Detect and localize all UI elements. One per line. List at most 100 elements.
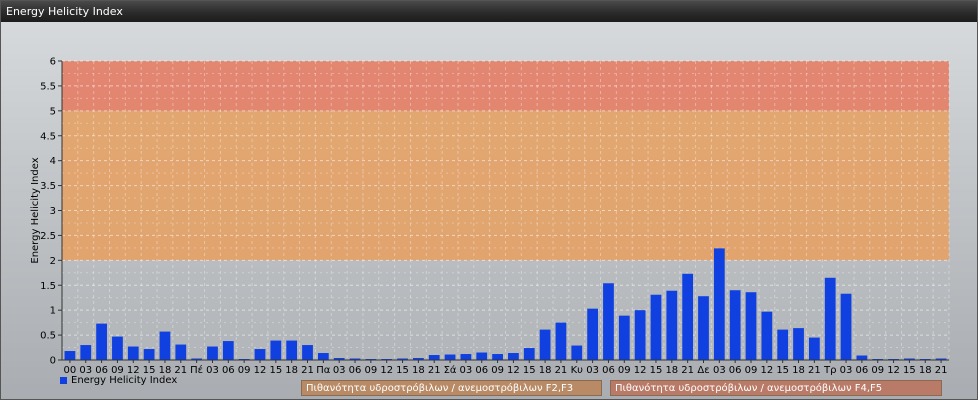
bar (127, 346, 139, 360)
y-tick-label: 5 (50, 106, 56, 117)
y-tick-label: 2.5 (40, 231, 56, 242)
bar (603, 283, 614, 360)
x-tick-label: 03 (713, 365, 726, 376)
x-tick-label: 03 (333, 365, 346, 376)
y-tick-label: 0 (50, 356, 56, 367)
bar (286, 340, 298, 360)
x-tick-label: 18 (412, 365, 425, 376)
x-tick-label: 03 (460, 365, 473, 376)
y-tick-label: 4 (50, 156, 56, 167)
x-tick-label: 18 (285, 365, 298, 376)
bar (270, 340, 282, 360)
bar (207, 346, 218, 360)
x-tick-label: 15 (650, 365, 663, 376)
y-tick-labels: 0 0.5 1 1.5 2 2.5 3 3.5 4 4.5 5 5.5 6 (40, 57, 62, 367)
x-tick-label: 21 (428, 365, 441, 376)
bar (428, 355, 440, 360)
legend[interactable]: Energy Helicity Index (60, 375, 177, 386)
x-tick-label: 09 (871, 365, 884, 376)
x-tick-label: 03 (586, 365, 599, 376)
bar (80, 345, 92, 360)
y-tick-label: 3 (50, 206, 56, 217)
band-label-f2f3: Πιθανότητα υδροστρόβιλων / ανεμοστρόβιλω… (301, 380, 602, 396)
x-tick-label: 12 (760, 365, 773, 376)
bar (777, 329, 789, 360)
x-tick-label: 15 (396, 365, 409, 376)
bar (444, 354, 456, 360)
x-tick-label: 21 (681, 365, 694, 376)
x-tick-label: 12 (254, 365, 267, 376)
bar (143, 349, 155, 360)
bar (808, 337, 820, 360)
legend-swatch (60, 377, 67, 384)
x-tick-label: 03 (206, 365, 219, 376)
bar (698, 296, 709, 360)
x-tick-label: 12 (887, 365, 900, 376)
x-tick-label: 06 (222, 365, 235, 376)
y-tick-label: 3.5 (40, 181, 56, 192)
bar (492, 354, 503, 360)
bar (618, 315, 630, 360)
y-tick-label: 4.5 (40, 131, 56, 142)
bar (112, 336, 123, 360)
bar (523, 348, 535, 360)
x-tick-label: 06 (349, 365, 362, 376)
x-tick-label: Δε (697, 365, 709, 376)
bar (254, 349, 266, 360)
bar (856, 355, 868, 360)
x-tick-label: 06 (602, 365, 615, 376)
x-tick-label: 09 (364, 365, 377, 376)
y-axis-label: Energy Helicity Index (30, 157, 41, 263)
bar (159, 331, 171, 360)
bar (175, 344, 187, 360)
bar (539, 329, 551, 360)
x-tick-label: 21 (555, 365, 568, 376)
bar (650, 294, 662, 360)
y-tick-label: 6 (50, 57, 56, 68)
bar (96, 323, 107, 360)
x-tick-label: 15 (776, 365, 789, 376)
bar (761, 311, 773, 360)
x-tick-label: 06 (856, 365, 869, 376)
x-tick-label: Σά (444, 364, 457, 376)
x-tick-label: 18 (919, 365, 932, 376)
bar (745, 292, 757, 360)
legend-label: Energy Helicity Index (71, 375, 178, 386)
x-tick-label: 21 (301, 365, 314, 376)
bar (476, 352, 488, 360)
y-tick-label: 5.5 (40, 81, 56, 92)
x-tick-label: 21 (808, 365, 821, 376)
y-tick-label: 1 (50, 306, 56, 317)
x-tick-label: 09 (238, 365, 251, 376)
x-tick-label: 18 (792, 365, 805, 376)
x-tick-label: 12 (634, 365, 647, 376)
bar (64, 351, 76, 360)
x-tick-label: 12 (380, 365, 393, 376)
energy-helicity-chart: 00.511.522.533.544.555.56 00 03 06 09 12 15 18… (30, 57, 950, 376)
bar (729, 290, 741, 360)
y-tick-label: 0.5 (40, 331, 56, 342)
bar (555, 322, 567, 360)
bar (587, 308, 599, 360)
x-tick-label: 06 (729, 365, 742, 376)
x-tick-label: 18 (665, 365, 678, 376)
bar (713, 248, 725, 360)
x-tick-label: 03 (840, 365, 853, 376)
x-tick-label: Πα (316, 365, 331, 376)
x-tick-labels: 00 03 06 09 12 15 18 21 Πέ 03 06 09 12 15 18 21 Πα 03 06 09… (64, 360, 948, 376)
x-tick-label: 15 (523, 365, 536, 376)
bar (682, 273, 694, 360)
bar (302, 345, 313, 360)
y-tick-label: 2 (50, 256, 56, 267)
bar (222, 341, 234, 360)
band-label-f4f5: Πιθανότητα υδροστρόβιλων / ανεμοστρόβιλω… (610, 380, 942, 396)
bar (317, 353, 329, 360)
bar (840, 293, 852, 360)
x-tick-label: Κυ (571, 365, 584, 376)
x-tick-label: 12 (507, 365, 520, 376)
x-tick-label: 21 (935, 365, 948, 376)
bar (824, 277, 836, 360)
bar (460, 354, 472, 360)
bar (666, 290, 678, 360)
x-tick-label: 09 (491, 365, 504, 376)
